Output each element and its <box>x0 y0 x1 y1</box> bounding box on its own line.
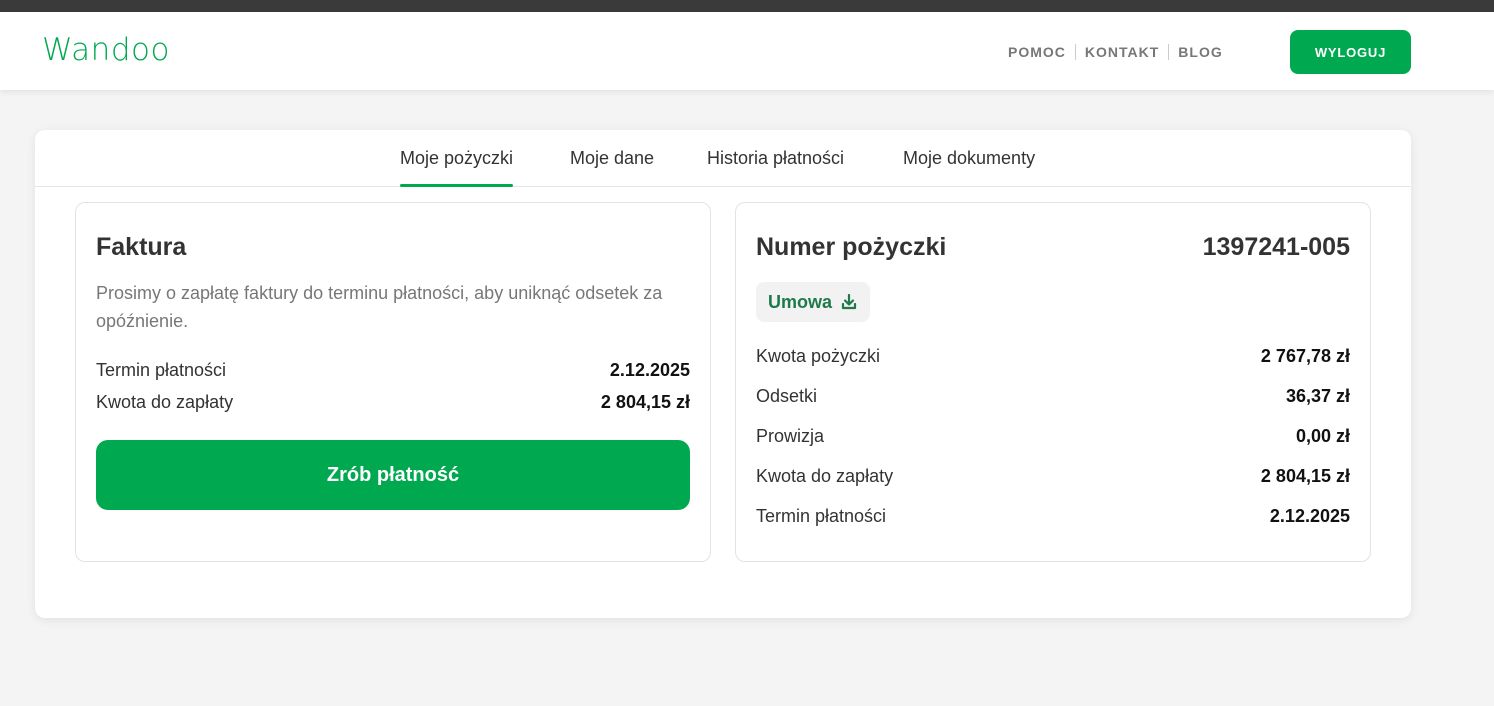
row-value: 2 804,15 zł <box>1260 466 1350 486</box>
row-label: Odsetki <box>756 386 818 406</box>
row-value: 2.12.2025 <box>1269 506 1350 526</box>
row-value: 2.12.2025 <box>609 360 690 380</box>
row-label: Prowizja <box>756 426 825 446</box>
browser-top-bar <box>0 0 1494 12</box>
nav-link-kontakt[interactable]: KONTAKT <box>1085 44 1159 60</box>
top-nav: POMOC KONTAKT BLOG <box>1008 44 1223 60</box>
row-value: 36,37 zł <box>1285 386 1350 406</box>
loan-number: 1397241-005 <box>1202 233 1350 261</box>
tab-moje-dokumenty[interactable]: Moje dokumenty <box>903 148 1035 169</box>
invoice-description: Prosimy o zapłatę faktury do terminu pła… <box>96 283 663 331</box>
logout-button[interactable]: WYLOGUJ <box>1290 30 1411 74</box>
invoice-card: Faktura Prosimy o zapłatę faktury do ter… <box>75 202 711 562</box>
loan-row-commission: Prowizja 0,00 zł <box>756 426 1350 447</box>
nav-divider <box>1074 44 1076 60</box>
row-label: Termin płatności <box>96 360 227 380</box>
loan-card: Numer pożyczki 1397241-005 Umowa Kwota p… <box>735 202 1371 562</box>
row-label: Kwota pożyczki <box>756 346 881 366</box>
tab-moje-pozyczki[interactable]: Moje pożyczki <box>400 148 514 187</box>
row-value: 2 804,15 zł <box>600 392 690 412</box>
invoice-row-amount-due: Kwota do zapłaty 2 804,15 zł <box>96 392 690 413</box>
row-value: 2 767,78 zł <box>1260 346 1350 366</box>
contract-download-button[interactable]: Umowa <box>756 282 870 322</box>
invoice-title: Faktura <box>96 233 187 261</box>
make-payment-button[interactable]: Zrób płatność <box>96 440 690 510</box>
wandoo-logo[interactable]: Wandoo <box>42 32 170 68</box>
download-icon <box>840 293 858 311</box>
row-label: Kwota do zapłaty <box>756 466 894 486</box>
row-label: Termin płatności <box>756 506 887 526</box>
tab-historia-platnosci[interactable]: Historia płatności <box>707 148 844 169</box>
loan-row-amount: Kwota pożyczki 2 767,78 zł <box>756 346 1350 367</box>
row-label: Kwota do zapłaty <box>96 392 234 412</box>
nav-divider <box>1168 44 1170 60</box>
account-panel: Moje pożyczki Moje dane Historia płatnoś… <box>35 130 1411 618</box>
nav-link-blog[interactable]: BLOG <box>1178 44 1222 60</box>
row-value: 0,00 zł <box>1295 426 1350 446</box>
tab-moje-dane[interactable]: Moje dane <box>570 148 654 169</box>
loan-row-due-date: Termin płatności 2.12.2025 <box>756 506 1350 527</box>
loan-title: Numer pożyczki <box>756 233 947 261</box>
loan-row-interest: Odsetki 36,37 zł <box>756 386 1350 407</box>
site-header: Wandoo POMOC KONTAKT BLOG WYLOGUJ <box>0 12 1494 90</box>
loan-row-amount-due: Kwota do zapłaty 2 804,15 zł <box>756 466 1350 487</box>
nav-link-pomoc[interactable]: POMOC <box>1008 44 1066 60</box>
contract-label: Umowa <box>767 291 832 312</box>
invoice-row-due-date: Termin płatności 2.12.2025 <box>96 360 690 381</box>
account-tabs: Moje pożyczki Moje dane Historia płatnoś… <box>35 130 1411 187</box>
